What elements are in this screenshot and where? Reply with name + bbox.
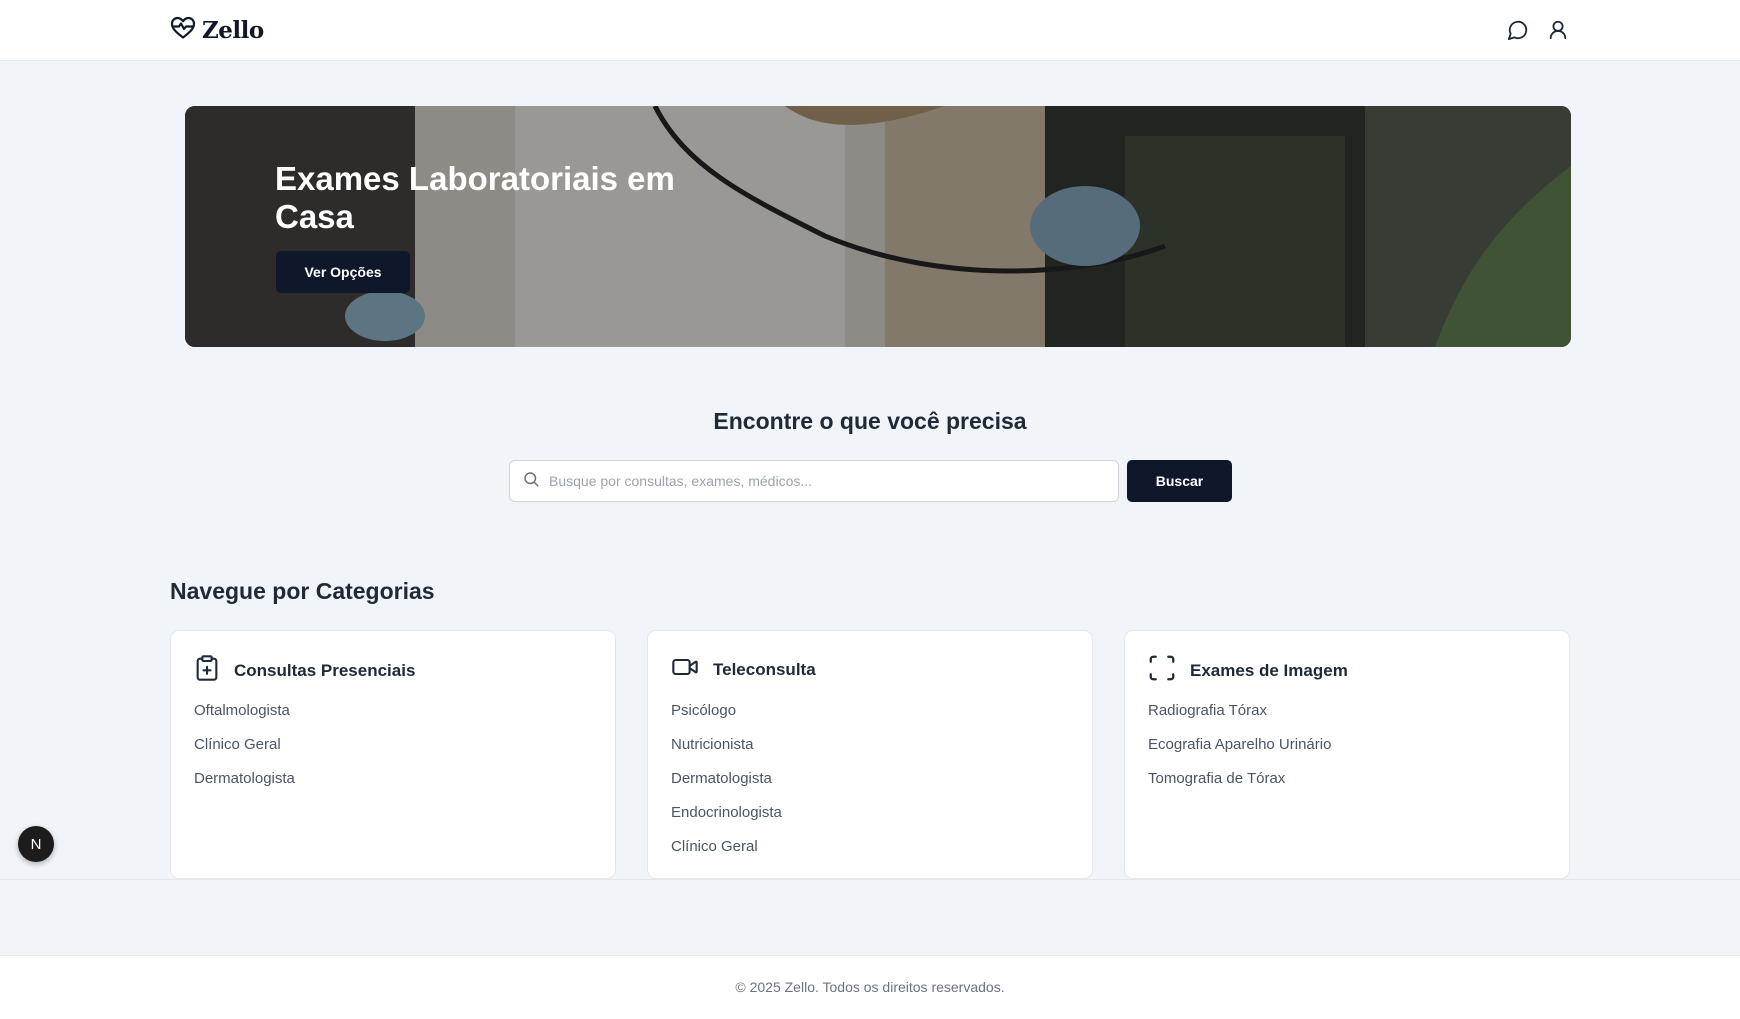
- ver-opcoes-button[interactable]: Ver Opções: [276, 251, 410, 293]
- category-cards: Consultas Presenciais Oftalmologista Clí…: [170, 630, 1570, 879]
- list-item[interactable]: Oftalmologista: [194, 702, 295, 736]
- footer-copyright: © 2025 Zello. Todos os direitos reservad…: [735, 979, 1005, 995]
- list-item[interactable]: Ecografia Aparelho Urinário: [1148, 736, 1331, 770]
- next-dev-indicator-button[interactable]: N: [18, 826, 54, 862]
- search-title: Encontre o que você precisa: [713, 408, 1027, 434]
- top-header: Zello: [0, 0, 1740, 61]
- search-button[interactable]: Buscar: [1127, 460, 1232, 502]
- category-card-exames-de-imagem[interactable]: Exames de Imagem Radiografia Tórax Ecogr…: [1124, 630, 1570, 879]
- list-item[interactable]: Clínico Geral: [194, 736, 295, 770]
- list-item[interactable]: Dermatologista: [671, 770, 782, 804]
- search-icon: [522, 470, 540, 493]
- card-title: Teleconsulta: [713, 659, 816, 679]
- logo[interactable]: Zello: [170, 16, 264, 45]
- list-item[interactable]: Dermatologista: [194, 770, 295, 804]
- scan-icon: [1147, 653, 1177, 688]
- list-item[interactable]: Clínico Geral: [671, 838, 782, 872]
- card-header: Consultas Presenciais: [193, 653, 415, 688]
- card-title: Exames de Imagem: [1190, 660, 1348, 680]
- list-item[interactable]: Endocrinologista: [671, 804, 782, 838]
- logo-text: Zello: [202, 17, 264, 44]
- list-item[interactable]: Nutricionista: [671, 736, 782, 770]
- hero-title: Exames Laboratoriais em Casa: [275, 160, 675, 235]
- list-item[interactable]: Radiografia Tórax: [1148, 702, 1331, 736]
- list-item[interactable]: Psicólogo: [671, 702, 782, 736]
- footer: © 2025 Zello. Todos os direitos reservad…: [0, 955, 1740, 1019]
- category-card-consultas-presenciais[interactable]: Consultas Presenciais Oftalmologista Clí…: [170, 630, 616, 879]
- categories-heading: Navegue por Categorias: [170, 578, 435, 604]
- video-icon: [670, 653, 700, 686]
- header-actions: [1506, 17, 1570, 43]
- heart-pulse-icon: [170, 16, 196, 45]
- card-list: Oftalmologista Clínico Geral Dermatologi…: [194, 702, 295, 804]
- card-title: Consultas Presenciais: [234, 660, 416, 680]
- search-input[interactable]: [549, 473, 1089, 489]
- divider: [0, 879, 1740, 880]
- fab-label: N: [30, 835, 42, 853]
- card-list: Radiografia Tórax Ecografia Aparelho Uri…: [1148, 702, 1331, 804]
- category-card-teleconsulta[interactable]: Teleconsulta Psicólogo Nutricionista Der…: [647, 630, 1093, 879]
- user-icon[interactable]: [1546, 17, 1570, 43]
- hero-banner: Exames Laboratoriais em Casa Ver Opções: [185, 106, 1571, 347]
- chat-icon[interactable]: [1506, 17, 1530, 43]
- list-item[interactable]: Tomografia de Tórax: [1148, 770, 1331, 804]
- clipboard-plus-icon: [193, 653, 221, 688]
- card-header: Teleconsulta: [670, 653, 816, 686]
- card-header: Exames de Imagem: [1147, 653, 1348, 688]
- search-field[interactable]: [509, 460, 1119, 502]
- card-list: Psicólogo Nutricionista Dermatologista E…: [671, 702, 782, 872]
